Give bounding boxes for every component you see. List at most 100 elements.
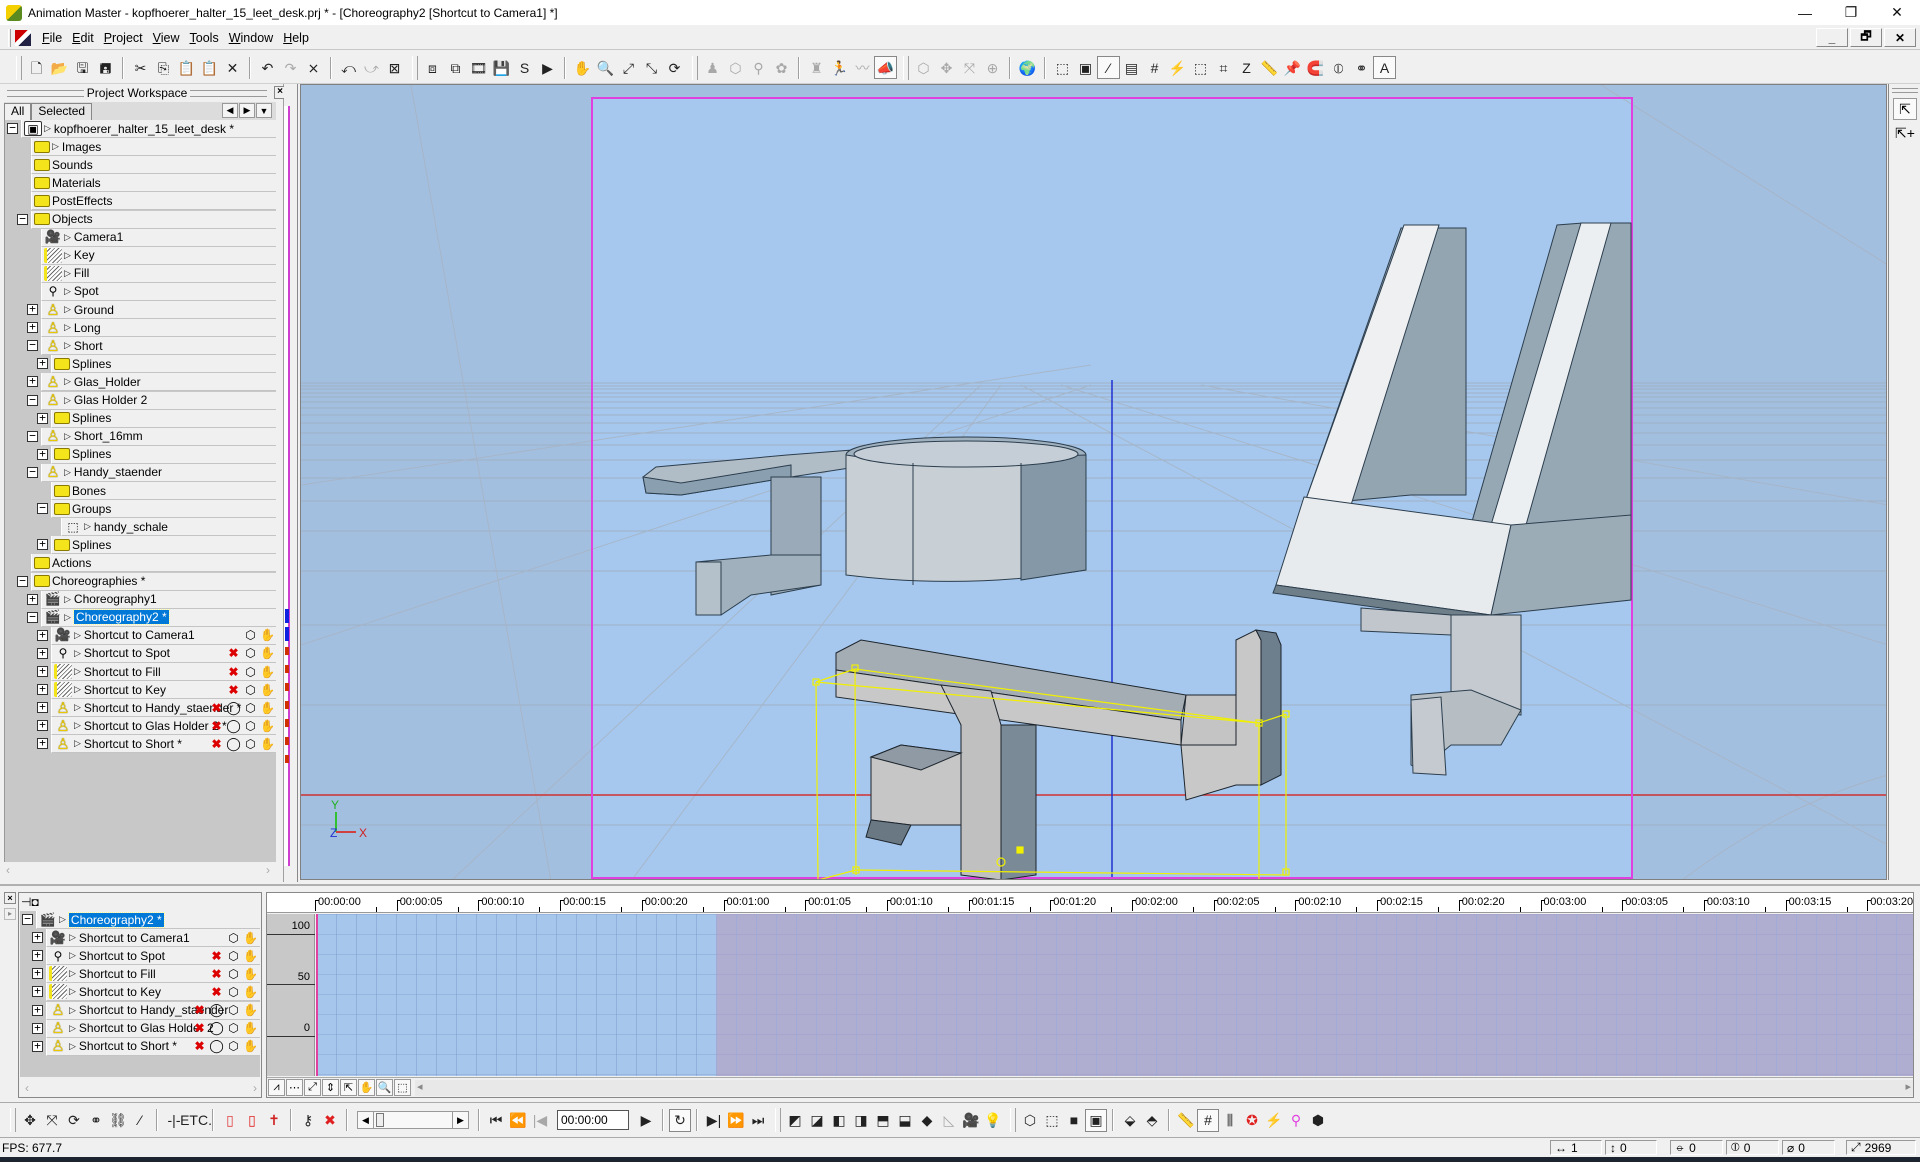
- link-button[interactable]: ⚭: [1350, 56, 1373, 79]
- select-arrow-button[interactable]: ⇱: [1893, 98, 1917, 120]
- properties-arrow-icon[interactable]: ▷: [74, 630, 81, 641]
- panel-title[interactable]: Project Workspace: [4, 86, 270, 100]
- tree-item-cell[interactable]: ▣ ▷ kopfhoerer_halter_15_leet_desk *: [21, 120, 276, 138]
- tab-all[interactable]: All: [4, 103, 32, 120]
- tree-item-label[interactable]: Actions: [52, 556, 91, 570]
- tab-menu-button[interactable]: ▼: [256, 103, 272, 118]
- tree-item[interactable]: + ♙ ▷ Glas_Holder: [5, 373, 276, 392]
- expand-icon[interactable]: +: [32, 931, 43, 944]
- tree-item[interactable]: + ♙ ▷ Ground: [5, 301, 276, 319]
- scroll-left-icon[interactable]: ‹: [6, 863, 10, 877]
- viewport-scene[interactable]: Y X Z: [301, 85, 1887, 880]
- box-select-button[interactable]: ⬚: [394, 1079, 411, 1096]
- hand-icon[interactable]: ✋: [260, 718, 275, 733]
- menu-help[interactable]: Help: [278, 31, 314, 45]
- undo-view-button[interactable]: ⤺: [337, 56, 360, 79]
- new-button[interactable]: 🗋: [25, 56, 48, 79]
- redo-view-button[interactable]: ⤻: [360, 56, 383, 79]
- spring-mode-button[interactable]: 〰: [851, 56, 874, 79]
- scale-mode-button[interactable]: ⤧: [958, 56, 981, 79]
- tree-item-label[interactable]: Choreography2 *: [72, 609, 170, 626]
- expand-icon[interactable]: +: [32, 1040, 43, 1052]
- tree-item-label[interactable]: Key: [74, 248, 95, 262]
- expand-icon[interactable]: +: [32, 1004, 43, 1016]
- tree-item-cell[interactable]: ♙ ▷ Short: [41, 337, 276, 356]
- tree-item[interactable]: − Choreographies *: [5, 572, 276, 591]
- tree-item[interactable]: Materials: [5, 174, 276, 193]
- clear-view-undo-button[interactable]: ⊠: [383, 56, 406, 79]
- muscle-mode-button[interactable]: ⬡: [724, 56, 747, 79]
- collapse-icon[interactable]: −: [27, 466, 38, 478]
- hand-icon[interactable]: ✋: [260, 700, 275, 715]
- ring-icon[interactable]: ◯: [226, 736, 241, 751]
- group-properties-button[interactable]: ⚭: [85, 1109, 107, 1132]
- tree-item-label[interactable]: Bones: [72, 484, 106, 498]
- play-button[interactable]: ▶: [635, 1109, 657, 1132]
- tree-item[interactable]: + 🎬 ▷ Choreography1: [5, 590, 276, 609]
- bound-box-button[interactable]: ⬡: [1019, 1109, 1041, 1132]
- tree-item[interactable]: + Splines: [5, 409, 276, 428]
- tree-item-label[interactable]: Fill: [74, 266, 89, 280]
- toolbar-grip[interactable]: [775, 1108, 781, 1132]
- properties-arrow-icon[interactable]: ▷: [69, 950, 76, 961]
- tree-item-label[interactable]: Handy_staender: [74, 465, 162, 479]
- tree-item[interactable]: + ♙ ▷ Shortcut to Glas Holder 2 ✖ ◯ ⬡ ✋: [20, 1019, 260, 1038]
- tree-item[interactable]: 🎥 ▷ Camera1: [5, 228, 276, 247]
- shaded-button[interactable]: ■: [1063, 1109, 1085, 1132]
- tree-item[interactable]: − 🎬 ▷ Choreography2 *: [20, 911, 260, 929]
- menu-tools[interactable]: Tools: [185, 31, 224, 45]
- timeline-strip[interactable]: [284, 84, 298, 882]
- ruler-button[interactable]: 📏: [1258, 56, 1281, 79]
- view-right-button[interactable]: ◨: [850, 1109, 872, 1132]
- scale-button[interactable]: ⤧: [41, 1109, 63, 1132]
- tree-item[interactable]: − ♙ ▷ Handy_staender: [5, 463, 276, 482]
- render-sequence-button[interactable]: S: [513, 56, 536, 79]
- tree-item-cell[interactable]: Choreographies *: [31, 572, 276, 591]
- close-timeline-button[interactable]: ×: [4, 892, 16, 904]
- etc-button[interactable]: ETC.: [180, 1109, 212, 1132]
- grid-button[interactable]: ⌗: [1212, 56, 1235, 79]
- view-top-button[interactable]: ⬒: [872, 1109, 894, 1132]
- zoom-selected-button[interactable]: ⤡: [640, 56, 663, 79]
- properties-arrow-icon[interactable]: ▷: [69, 1005, 76, 1016]
- no-action-icon[interactable]: ✖: [192, 1039, 207, 1054]
- expand-icon[interactable]: +: [32, 985, 43, 998]
- tree-item[interactable]: − Groups: [5, 500, 276, 519]
- no-action-icon[interactable]: ✖: [226, 664, 241, 679]
- toolbar-grip[interactable]: [412, 55, 418, 80]
- open-button[interactable]: 📂: [48, 56, 71, 79]
- expand-icon[interactable]: +: [27, 375, 38, 388]
- no-action-icon[interactable]: ✖: [226, 682, 241, 697]
- no-action-icon[interactable]: ✖: [209, 718, 224, 733]
- tree-item-label[interactable]: Shortcut to Glas Holder 2 *: [84, 719, 227, 733]
- properties-arrow-icon[interactable]: ▷: [64, 467, 71, 478]
- lathe-button[interactable]: ⚡: [1166, 56, 1189, 79]
- rotate-mode-button[interactable]: ⊕: [981, 56, 1004, 79]
- tree-item[interactable]: PostEffects: [5, 192, 276, 211]
- tree-item-cell[interactable]: 🎥 ▷ Shortcut to Camera1 ⬡ ✋: [51, 626, 276, 645]
- skeleton-button[interactable]: ✝: [263, 1109, 285, 1132]
- tree-item-cell[interactable]: ♙ ▷ Long: [41, 319, 276, 338]
- properties-arrow-icon[interactable]: ▷: [74, 648, 81, 659]
- tree-item-cell[interactable]: 🎬 ▷ Choreography2 *: [41, 608, 276, 627]
- expand-icon[interactable]: +: [37, 683, 48, 696]
- tree-item-cell[interactable]: ♙ ▷ Shortcut to Handy_staender ✖ ◯ ⬡ ✋: [46, 1001, 260, 1020]
- view-light-button[interactable]: ◺: [938, 1109, 960, 1132]
- rotate-button[interactable]: ⟳: [63, 1109, 85, 1132]
- properties-arrow-icon[interactable]: ▷: [74, 702, 81, 713]
- tree-item-label[interactable]: Shortcut to Key: [84, 683, 166, 697]
- action-mode-button[interactable]: 🏃: [828, 56, 851, 79]
- tree-item[interactable]: + ▷ Shortcut to Key ✖ ⬡ ✋: [5, 681, 276, 700]
- tree-item-cell[interactable]: 🎬 ▷ Choreography2 *: [36, 911, 260, 929]
- pin-icon[interactable]: ⊣◘: [21, 895, 39, 909]
- hand-icon[interactable]: ✋: [243, 966, 258, 981]
- last-frame-button[interactable]: ⏭: [747, 1109, 769, 1132]
- tree-item[interactable]: + ♙ ▷ Shortcut to Glas Holder 2 * ✖ ◯ ⬡ ✋: [5, 717, 276, 736]
- expand-icon[interactable]: +: [37, 665, 48, 677]
- palette-grip[interactable]: [1892, 88, 1918, 93]
- properties-arrow-icon[interactable]: ▷: [64, 286, 71, 297]
- tree-item-cell[interactable]: ♙ ▷ Shortcut to Glas Holder 2 * ✖ ◯ ⬡ ✋: [51, 717, 276, 736]
- quick-render-button[interactable]: ⬙: [1119, 1109, 1141, 1132]
- properties-button[interactable]: ▤: [1120, 56, 1143, 79]
- graph-horizontal-scrollbar[interactable]: ◂ ▸: [415, 1079, 1913, 1096]
